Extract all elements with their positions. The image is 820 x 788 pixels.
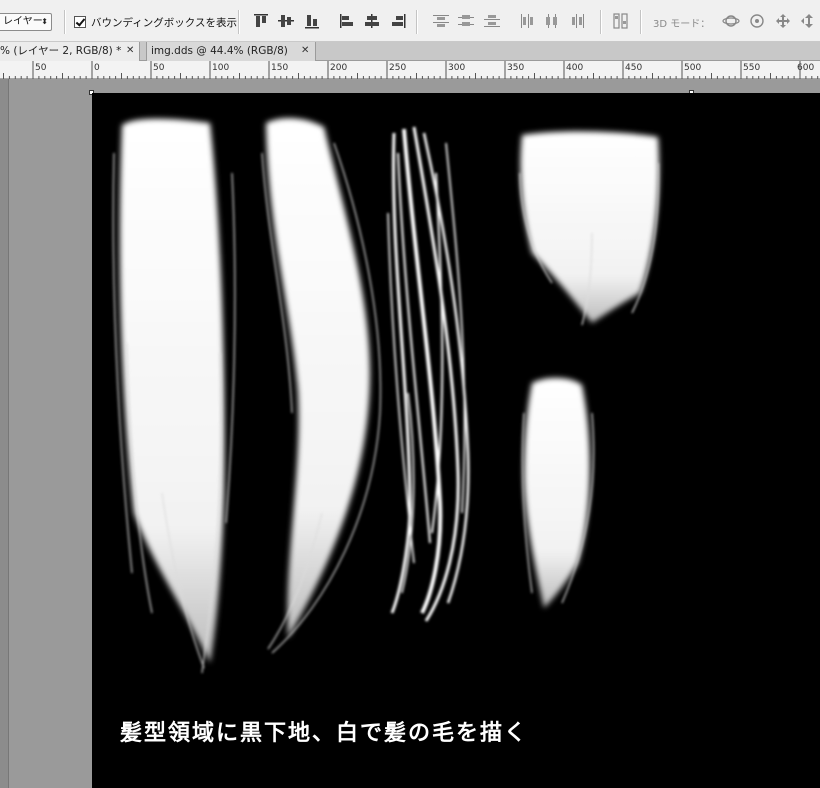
pan-3d-icon[interactable]: [774, 13, 792, 29]
document-tab-bar: % (レイヤー 2, RGB/8) * ✕ img.dds @ 44.4% (R…: [0, 42, 820, 61]
show-bounding-box-label: バウンディングボックスを表示: [91, 16, 237, 29]
align-vertical-center-icon[interactable]: [277, 13, 295, 29]
distribute-left-icon[interactable]: [518, 13, 536, 29]
align-horizontal-center-icon[interactable]: [363, 13, 381, 29]
tab-label: % (レイヤー 2, RGB/8) *: [0, 45, 122, 57]
toolbar-separator: [600, 10, 602, 34]
pasteboard: [0, 79, 9, 788]
roll-3d-icon[interactable]: [748, 13, 766, 29]
show-bounding-box-checkbox[interactable]: [74, 16, 86, 28]
options-bar: レイヤー ⬍ バウンディングボックスを表示 3D モード：: [0, 0, 820, 42]
ruler-label: 300: [448, 63, 466, 73]
align-bottom-icon[interactable]: [303, 13, 321, 29]
distribute-right-icon[interactable]: [569, 13, 587, 29]
ruler-label: 550: [743, 63, 761, 73]
align-right-icon[interactable]: [389, 13, 407, 29]
ruler-label: 50: [35, 63, 47, 73]
ruler-label: 100: [212, 63, 230, 73]
ruler-label: 0: [94, 63, 100, 73]
hair-strand-3: [387, 126, 470, 622]
distribute-top-icon[interactable]: [432, 13, 450, 29]
rotate-3d-icon[interactable]: [722, 13, 740, 29]
align-left-icon[interactable]: [338, 13, 356, 29]
ruler-label: 50: [153, 63, 165, 73]
distribute-hcenter-icon[interactable]: [543, 13, 561, 29]
document-canvas[interactable]: 髪型領域に黒下地、白で髪の毛を描く: [92, 93, 820, 788]
hair-tail: [521, 377, 595, 608]
toolbar-separator: [640, 10, 642, 34]
mode-3d-label: 3D モード：: [653, 19, 711, 30]
toolbar-separator: [64, 10, 66, 34]
auto-select-target-value: レイヤー: [3, 16, 43, 27]
hair-strand-2: [261, 118, 382, 654]
horizontal-ruler[interactable]: 50 0 50 100 150 200 250 300 350 400 450 …: [0, 61, 820, 79]
ruler-label: 250: [389, 63, 407, 73]
toolbar-separator: [238, 10, 240, 34]
auto-select-target-dropdown[interactable]: レイヤー ⬍: [0, 13, 52, 31]
ruler-label: 400: [566, 63, 584, 73]
auto-align-layers-icon[interactable]: [612, 13, 630, 29]
hair-texture-artwork: [112, 118, 660, 674]
canvas-caption: 髪型領域に黒下地、白で髪の毛を描く: [120, 721, 529, 746]
show-bounding-box-option[interactable]: バウンディングボックスを表示: [74, 14, 237, 30]
close-tab-icon[interactable]: ✕: [126, 42, 134, 60]
toolbar-separator: [416, 10, 418, 34]
hair-bangs: [519, 131, 660, 326]
ruler-label: 350: [507, 63, 525, 73]
ruler-label: 450: [625, 63, 643, 73]
document-tab-img-dds[interactable]: img.dds @ 44.4% (RGB/8) ✕: [146, 42, 316, 61]
align-top-icon[interactable]: [252, 13, 270, 29]
distribute-bottom-icon[interactable]: [483, 13, 501, 29]
slide-3d-icon[interactable]: [800, 13, 818, 29]
document-tab-active[interactable]: % (レイヤー 2, RGB/8) * ✕: [0, 42, 140, 61]
tab-label: img.dds @ 44.4% (RGB/8): [151, 45, 288, 57]
updown-arrows-icon: ⬍: [41, 17, 48, 26]
hair-strand-1: [112, 118, 236, 674]
ruler-label: 600: [797, 63, 815, 73]
ruler-label: 150: [271, 63, 289, 73]
ruler-label: 200: [330, 63, 348, 73]
close-tab-icon[interactable]: ✕: [301, 42, 309, 60]
distribute-vcenter-icon[interactable]: [457, 13, 475, 29]
ruler-label: 500: [684, 63, 702, 73]
